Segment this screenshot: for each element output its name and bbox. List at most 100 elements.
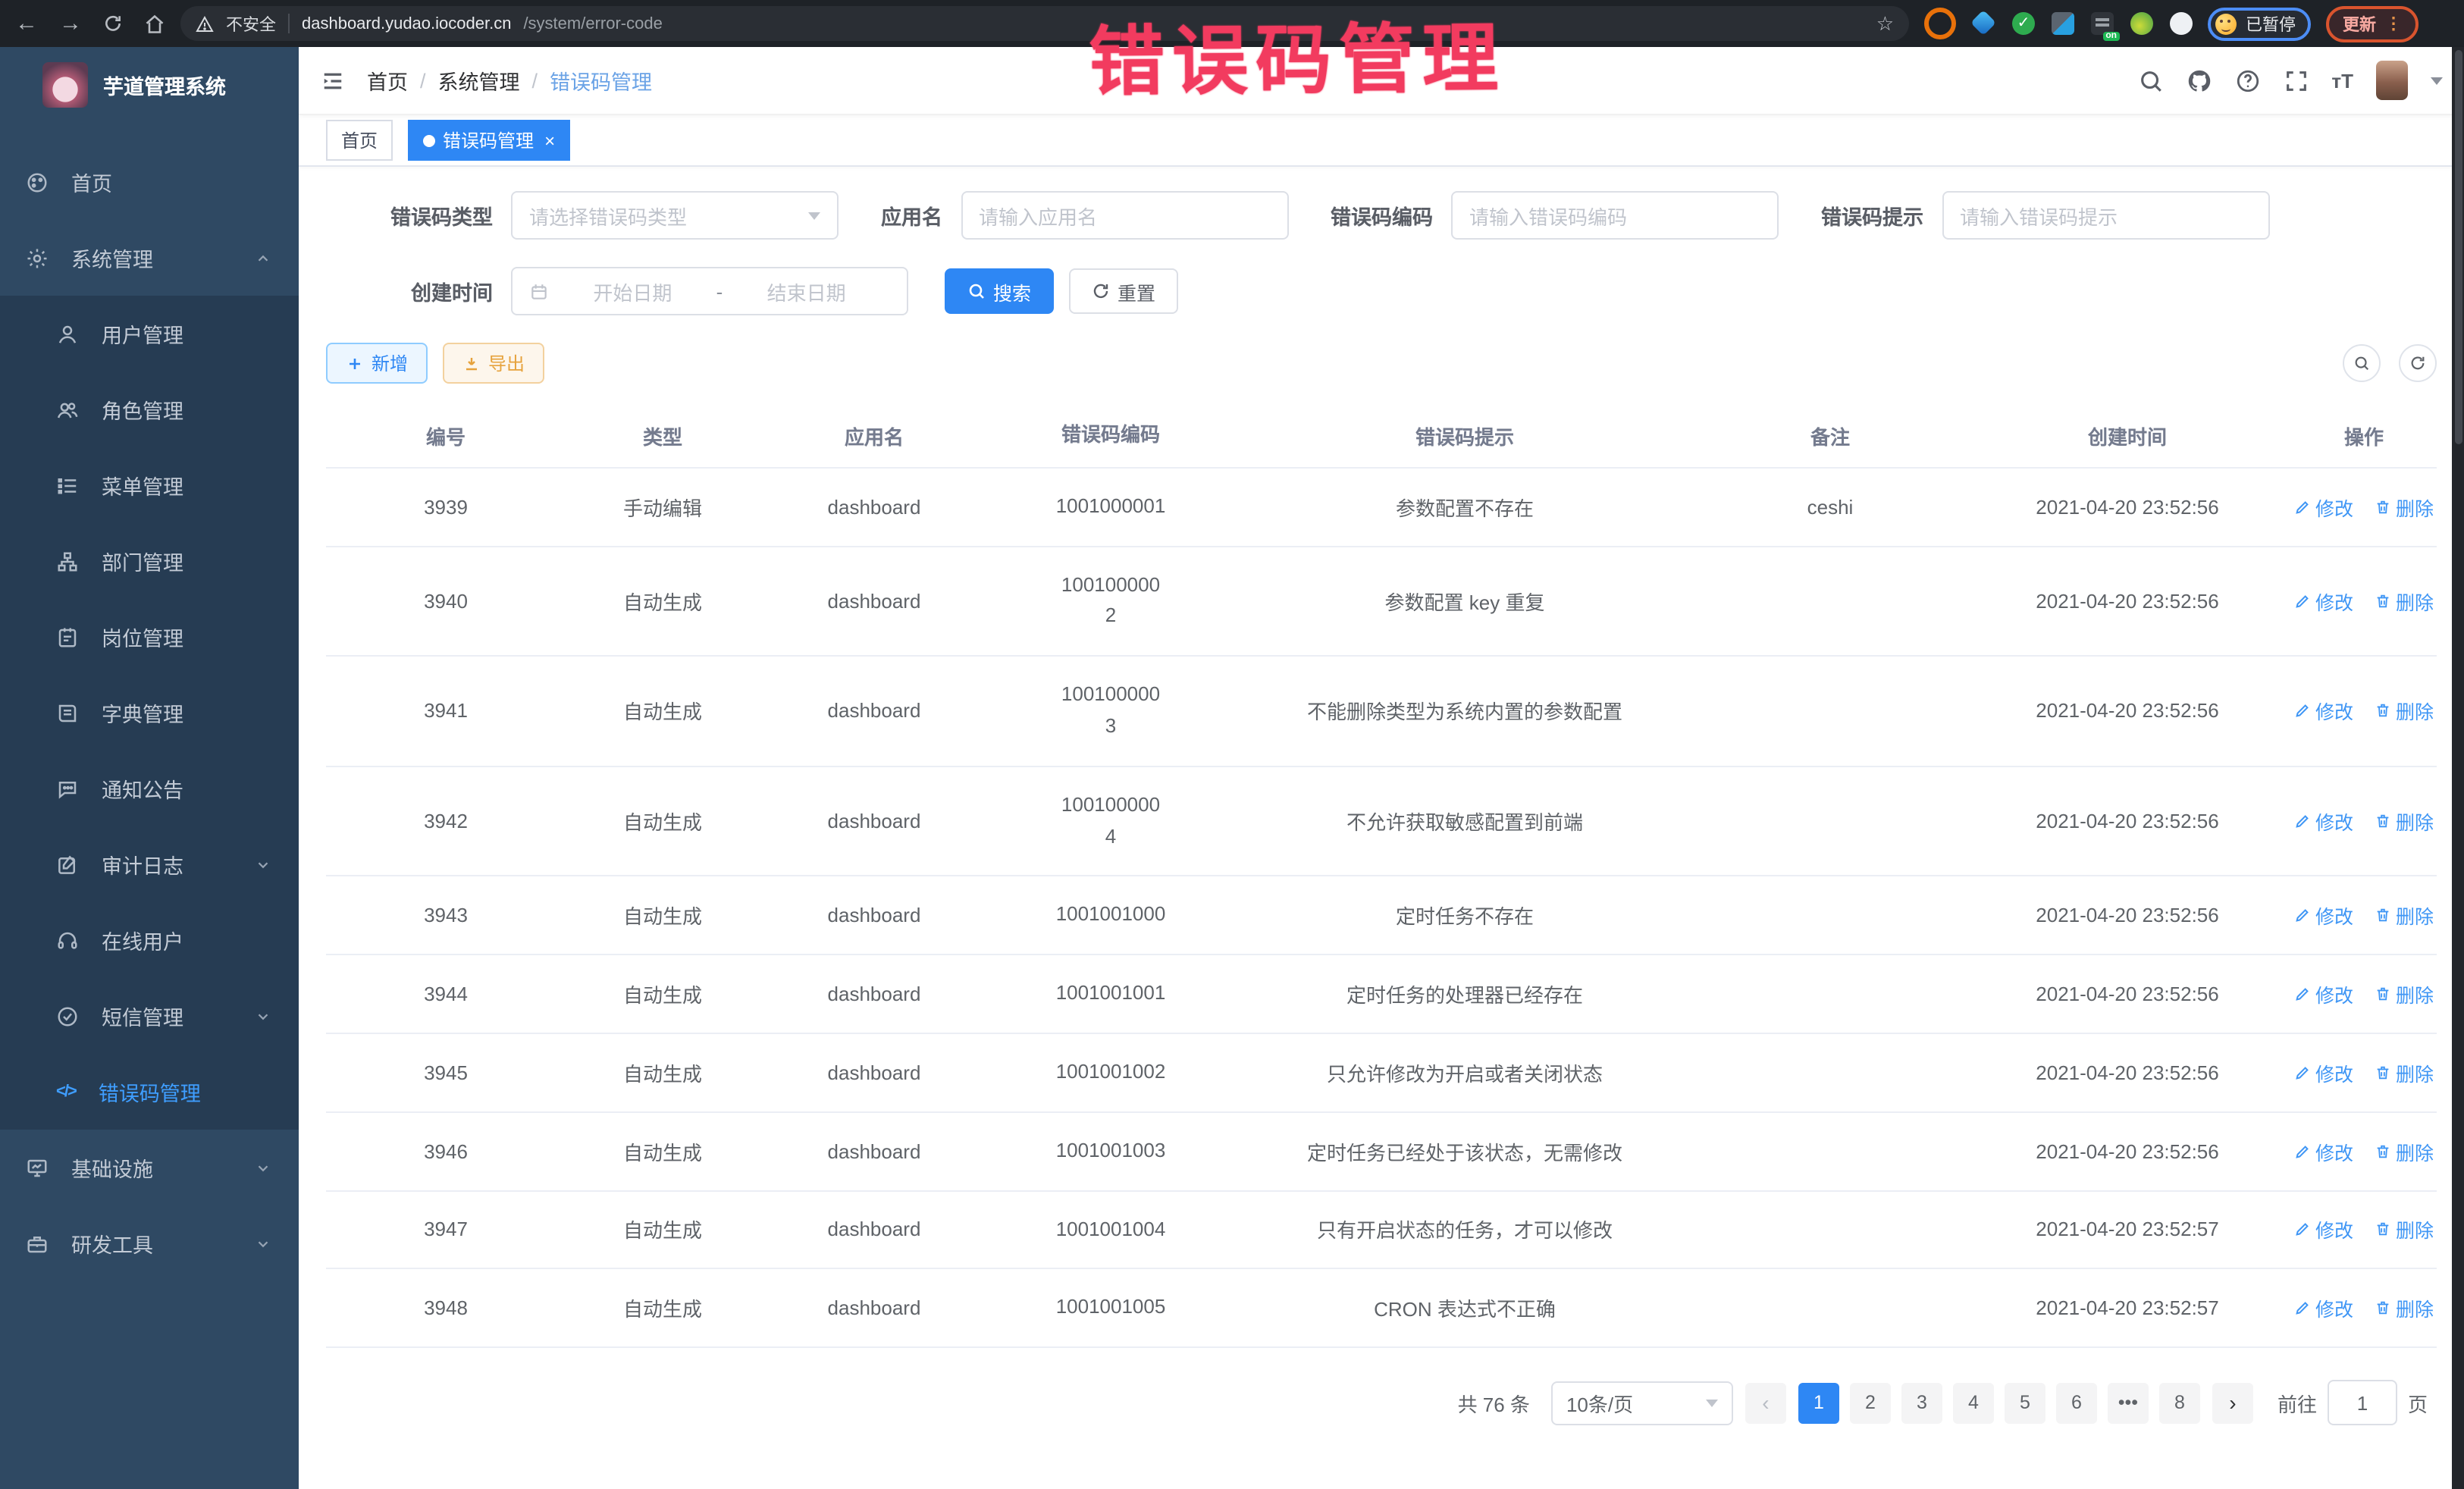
browser-update-button[interactable]: 更新 ⋮ (2326, 5, 2419, 42)
browser-home-icon[interactable] (144, 13, 165, 34)
header-search-icon[interactable] (2137, 67, 2163, 93)
browser-profile-button[interactable]: 已暂停 (2208, 7, 2311, 40)
sidebar-item-departments[interactable]: 部门管理 (0, 523, 299, 599)
sidebar-item-users[interactable]: 用户管理 (0, 296, 299, 371)
sidebar-item-sms[interactable]: 短信管理 (0, 978, 299, 1054)
delete-link[interactable]: 删除 (2375, 1294, 2434, 1323)
search-button[interactable]: 搜索 (945, 268, 1054, 314)
error-type-select[interactable]: 请选择错误码类型 (511, 191, 839, 240)
delete-link[interactable]: 删除 (2375, 807, 2434, 835)
error-hint-input[interactable]: 请输入错误码提示 (1942, 191, 2269, 240)
prev-page-button[interactable]: ‹ (1745, 1382, 1786, 1423)
tag-home[interactable]: 首页 (326, 120, 393, 161)
breadcrumb-home[interactable]: 首页 (367, 65, 408, 96)
delete-link[interactable]: 删除 (2375, 1215, 2434, 1244)
page-size-select[interactable]: 10条/页 (1551, 1381, 1733, 1425)
delete-link[interactable]: 删除 (2375, 697, 2434, 726)
sidebar-item-infrastructure[interactable]: 基础设施 (0, 1130, 299, 1205)
page-button[interactable]: 6 (2056, 1382, 2097, 1423)
app-name-input[interactable]: 请输入应用名 (961, 191, 1288, 240)
hamburger-icon[interactable] (320, 69, 346, 92)
extension-check-icon[interactable]: ✓ (2012, 12, 2035, 35)
edit-link[interactable]: 修改 (2294, 697, 2353, 726)
sidebar-item-dev-tools[interactable]: 研发工具 (0, 1205, 299, 1281)
sidebar-item-dictionary[interactable]: 字典管理 (0, 675, 299, 751)
page-button[interactable]: 8 (2159, 1382, 2200, 1423)
delete-link[interactable]: 删除 (2375, 901, 2434, 930)
sidebar-item-notices[interactable]: 通知公告 (0, 751, 299, 826)
refresh-table-button[interactable] (2399, 344, 2437, 382)
sidebar-item-posts[interactable]: 岗位管理 (0, 599, 299, 675)
browser-forward-icon[interactable]: → (59, 11, 82, 36)
toggle-search-button[interactable] (2343, 344, 2381, 382)
extension-squares-icon[interactable] (2052, 12, 2074, 35)
export-button[interactable]: 导出 (443, 343, 544, 384)
select-placeholder: 请选择错误码类型 (529, 201, 796, 230)
page-button[interactable]: 3 (1901, 1382, 1942, 1423)
sidebar-item-label: 角色管理 (102, 394, 183, 425)
tag-error-code[interactable]: 错误码管理 × (408, 120, 570, 161)
cell-type: 自动生成 (566, 1271, 760, 1346)
scrollbar[interactable] (2452, 47, 2464, 1489)
breadcrumb-system[interactable]: 系统管理 (438, 65, 520, 96)
reset-button[interactable]: 重置 (1069, 268, 1178, 314)
edit-link[interactable]: 修改 (2294, 492, 2353, 521)
font-size-icon[interactable]: ᴛT (2331, 69, 2353, 92)
help-icon[interactable] (2234, 67, 2260, 93)
add-button[interactable]: 新增 (326, 343, 428, 384)
cell-id: 3943 (326, 882, 566, 950)
page-button[interactable]: 2 (1850, 1382, 1891, 1423)
page-button[interactable]: 1 (1798, 1382, 1839, 1423)
sidebar-item-online-users[interactable]: 在线用户 (0, 902, 299, 978)
page-button[interactable]: 4 (1953, 1382, 1994, 1423)
cell-id: 3940 (326, 567, 566, 635)
user-avatar[interactable] (2376, 61, 2408, 100)
extension-gem-icon[interactable] (1973, 12, 1995, 35)
cell-app: dashboard (760, 1274, 989, 1343)
delete-label: 删除 (2396, 492, 2434, 521)
sidebar-item-error-code[interactable]: </> 错误码管理 (0, 1054, 299, 1130)
goto-page-input[interactable] (2328, 1380, 2397, 1425)
edit-link[interactable]: 修改 (2294, 901, 2353, 930)
browser-back-icon[interactable]: ← (15, 11, 38, 36)
github-icon[interactable] (2186, 67, 2212, 93)
extension-sprout-icon[interactable] (2130, 12, 2153, 35)
edit-link[interactable]: 修改 (2294, 1136, 2353, 1165)
close-icon[interactable]: × (544, 131, 555, 149)
browser-reload-icon[interactable] (103, 14, 123, 33)
edit-link[interactable]: 修改 (2294, 587, 2353, 616)
address-bar[interactable]: 不安全 dashboard.yudao.iocoder.cn/system/er… (180, 6, 1909, 41)
extension-list-icon[interactable]: on (2091, 12, 2114, 35)
edit-link[interactable]: 修改 (2294, 1294, 2353, 1323)
delete-link[interactable]: 删除 (2375, 492, 2434, 521)
sidebar-item-roles[interactable]: 角色管理 (0, 371, 299, 447)
app-logo[interactable]: 芋道管理系统 (0, 47, 299, 123)
sidebar-item-system[interactable]: 系统管理 (0, 220, 299, 296)
page-button[interactable]: 5 (2005, 1382, 2045, 1423)
cell-id: 3946 (326, 1117, 566, 1185)
cell-hint: 参数配置不存在 (1233, 469, 1697, 544)
page-button[interactable]: ••• (2108, 1382, 2149, 1423)
sidebar-item-menus[interactable]: 菜单管理 (0, 447, 299, 523)
error-code-input[interactable]: 请输入错误码编码 (1451, 191, 1779, 240)
edit-link[interactable]: 修改 (2294, 980, 2353, 1008)
extension-icon[interactable] (1924, 8, 1956, 39)
sidebar-item-home[interactable]: 首页 (0, 144, 299, 220)
edit-link[interactable]: 修改 (2294, 1215, 2353, 1244)
avatar-caret-icon[interactable] (2431, 77, 2443, 84)
edit-link[interactable]: 修改 (2294, 1058, 2353, 1087)
scrollbar-thumb[interactable] (2454, 50, 2462, 444)
delete-link[interactable]: 删除 (2375, 1136, 2434, 1165)
delete-link[interactable]: 删除 (2375, 587, 2434, 616)
extensions-puzzle-icon[interactable] (2170, 12, 2193, 35)
pencil-icon (2294, 703, 2311, 719)
date-range-picker[interactable]: 开始日期 - 结束日期 (511, 267, 908, 315)
fullscreen-icon[interactable] (2283, 67, 2309, 93)
delete-link[interactable]: 删除 (2375, 1058, 2434, 1087)
next-page-button[interactable]: › (2212, 1382, 2253, 1423)
edit-link[interactable]: 修改 (2294, 807, 2353, 835)
bookmark-star-icon[interactable]: ☆ (1876, 11, 1894, 36)
filter-app-label: 应用名 (881, 200, 961, 230)
sidebar-item-audit-log[interactable]: 审计日志 (0, 826, 299, 902)
delete-link[interactable]: 删除 (2375, 980, 2434, 1008)
